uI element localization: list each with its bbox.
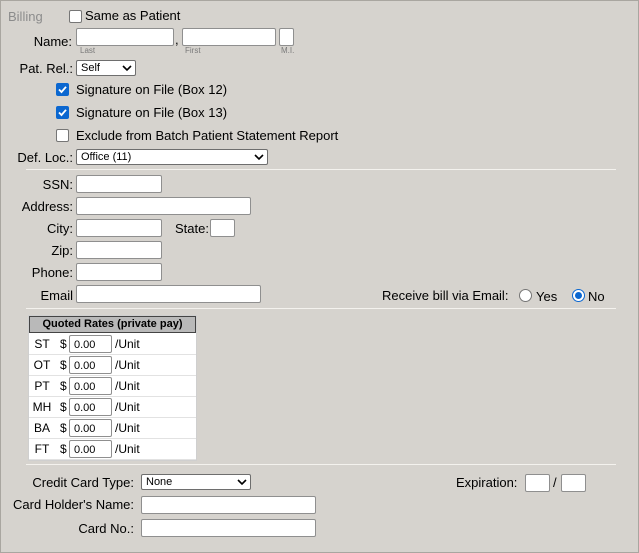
phone-input[interactable] (76, 263, 162, 281)
receive-bill-no-radio[interactable] (572, 289, 585, 302)
sig-box13-label: Signature on File (Box 13) (76, 105, 228, 120)
billing-section-label: Billing (8, 9, 43, 24)
rate-code: ST (34, 337, 50, 351)
rate-currency: $ (60, 400, 67, 414)
sig-box13-checkbox[interactable] (56, 106, 69, 119)
def-loc-value: Office (11) (81, 151, 132, 163)
rate-code: BA (33, 421, 50, 435)
expiration-month-input[interactable] (525, 474, 550, 492)
rate-input-mh[interactable] (69, 398, 112, 416)
phone-label: Phone: (31, 265, 73, 280)
exclude-batch-label: Exclude from Batch Patient Statement Rep… (76, 128, 339, 143)
card-number-label: Card No.: (78, 521, 134, 536)
email-input[interactable] (76, 285, 261, 303)
pat-rel-select[interactable]: Self (76, 60, 136, 76)
chevron-down-icon (237, 479, 247, 486)
rate-currency: $ (60, 442, 67, 456)
card-holder-label: Card Holder's Name: (13, 497, 134, 512)
expiration-label: Expiration: (456, 475, 518, 490)
city-input[interactable] (76, 219, 162, 237)
ssn-label: SSN: (42, 177, 73, 192)
pat-rel-label: Pat. Rel.: (19, 61, 73, 76)
rate-unit: /Unit (115, 400, 140, 414)
pat-rel-value: Self (81, 62, 100, 74)
receive-bill-label: Receive bill via Email: (382, 288, 509, 303)
billing-panel: Billing Same as Patient Name: , Last Fir… (0, 0, 639, 553)
rate-input-ot[interactable] (69, 356, 112, 374)
rate-row-ft: FT $ /Unit (29, 439, 196, 460)
chevron-down-icon (122, 65, 132, 72)
name-separator: , (175, 32, 179, 47)
rate-unit: /Unit (115, 337, 140, 351)
email-label: Email (40, 288, 73, 303)
card-type-value: None (146, 476, 173, 488)
rate-row-mh: MH $ /Unit (29, 397, 196, 418)
receive-bill-yes-label: Yes (536, 289, 558, 304)
chevron-down-icon (254, 154, 264, 161)
name-label: Name: (33, 34, 72, 49)
rate-currency: $ (60, 379, 67, 393)
zip-input[interactable] (76, 241, 162, 259)
rate-currency: $ (60, 358, 67, 372)
card-holder-input[interactable] (141, 496, 316, 514)
rate-code: MH (32, 400, 52, 414)
rate-currency: $ (60, 337, 67, 351)
checkmark-icon (58, 86, 67, 94)
rate-code: FT (34, 442, 50, 456)
state-label: State: (175, 221, 209, 236)
rate-input-ba[interactable] (69, 419, 112, 437)
receive-bill-yes-radio[interactable] (519, 289, 532, 302)
middle-initial-input[interactable] (279, 28, 294, 46)
def-loc-label: Def. Loc.: (17, 150, 73, 165)
first-name-caption: First (185, 46, 201, 55)
quoted-rates-table: Quoted Rates (private pay) ST $ /Unit OT $ /U… (28, 315, 197, 461)
address-label: Address: (21, 199, 73, 214)
expiration-separator: / (553, 475, 557, 490)
quoted-rates-header: Quoted Rates (private pay) (29, 316, 196, 333)
rate-input-pt[interactable] (69, 377, 112, 395)
rate-unit: /Unit (115, 379, 140, 393)
last-name-caption: Last (80, 46, 96, 55)
card-type-select[interactable]: None (141, 474, 251, 490)
middle-initial-caption: M.I. (281, 46, 295, 55)
last-name-input[interactable] (76, 28, 174, 46)
rate-row-pt: PT $ /Unit (29, 376, 196, 397)
rate-input-ft[interactable] (69, 440, 112, 458)
def-loc-select[interactable]: Office (11) (76, 149, 268, 165)
exclude-batch-checkbox[interactable] (56, 129, 69, 142)
divider (26, 464, 616, 465)
card-type-label: Credit Card Type: (32, 475, 134, 490)
address-input[interactable] (76, 197, 251, 215)
rate-currency: $ (60, 421, 67, 435)
same-as-patient-label: Same as Patient (85, 8, 181, 23)
sig-box12-label: Signature on File (Box 12) (76, 82, 228, 97)
same-as-patient-checkbox[interactable] (69, 10, 82, 23)
rate-row-ba: BA $ /Unit (29, 418, 196, 439)
rate-code: OT (33, 358, 51, 372)
rate-input-st[interactable] (69, 335, 112, 353)
sig-box12-checkbox[interactable] (56, 83, 69, 96)
rate-unit: /Unit (115, 421, 140, 435)
ssn-input[interactable] (76, 175, 162, 193)
divider (26, 308, 616, 309)
rate-row-ot: OT $ /Unit (29, 355, 196, 376)
card-number-input[interactable] (141, 519, 316, 537)
zip-label: Zip: (51, 243, 73, 258)
rate-row-st: ST $ /Unit (29, 334, 196, 355)
rate-unit: /Unit (115, 442, 140, 456)
rate-code: PT (34, 379, 50, 393)
rate-unit: /Unit (115, 358, 140, 372)
divider (26, 169, 616, 170)
expiration-year-input[interactable] (561, 474, 586, 492)
first-name-input[interactable] (182, 28, 276, 46)
state-input[interactable] (210, 219, 235, 237)
city-label: City: (47, 221, 73, 236)
receive-bill-no-label: No (588, 289, 605, 304)
checkmark-icon (58, 109, 67, 117)
